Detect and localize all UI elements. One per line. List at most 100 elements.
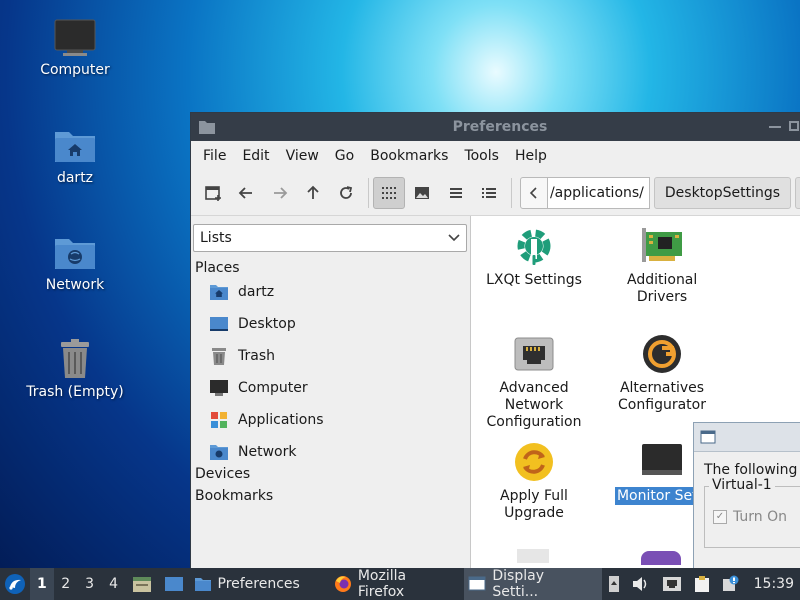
minimize-icon[interactable] — [769, 126, 781, 128]
window-title: Preferences — [452, 119, 548, 135]
display-settings-dialog[interactable]: The following Virtual-1 ✓ Turn On — [693, 422, 800, 582]
update-notifier-icon — [722, 575, 739, 591]
place-item-desktop[interactable]: Desktop — [191, 308, 469, 340]
folder-item-alternatives-configurator[interactable]: Alternatives Configurator — [599, 326, 725, 414]
maximize-icon[interactable] — [789, 121, 799, 131]
thumbnail-view-button[interactable] — [407, 177, 438, 209]
folder-item-lxqt-settings[interactable]: LXQt Settings — [471, 218, 597, 289]
bookmarks-header[interactable]: Bookmarks — [195, 488, 469, 504]
detailed-view-button[interactable] — [474, 177, 505, 209]
devices-header[interactable]: Devices — [195, 466, 469, 482]
desktop-icon-computer[interactable]: Computer — [20, 18, 130, 78]
menu-go[interactable]: Go — [327, 148, 362, 164]
folder-item-partial[interactable] — [517, 549, 549, 563]
start-menu-button[interactable] — [0, 568, 30, 600]
workspace-2[interactable]: 2 — [54, 568, 78, 600]
folder-item-additional-drivers[interactable]: Additional Drivers — [599, 218, 725, 306]
file-manager-icon — [132, 577, 151, 592]
place-label: Trash — [238, 348, 275, 364]
desktop-icon-label: Computer — [40, 62, 110, 78]
task-firefox[interactable]: Mozilla Firefox — [330, 568, 465, 600]
network-folder-icon — [55, 239, 95, 269]
desktop-icon — [210, 317, 228, 331]
up-button[interactable] — [297, 177, 328, 209]
path-segment-more[interactable] — [795, 177, 800, 209]
detailed-list-icon — [482, 188, 497, 198]
drivers-card-icon — [642, 228, 682, 262]
folder-item-label: Additional Drivers — [627, 272, 698, 305]
folder-item-label: Apply Full Upgrade — [500, 488, 568, 521]
place-item-applications[interactable]: Applications — [191, 404, 469, 436]
back-button[interactable] — [230, 177, 261, 209]
menu-edit[interactable]: Edit — [234, 148, 277, 164]
display-icon — [468, 576, 486, 591]
desktop-icon-trash[interactable]: Trash (Empty) — [20, 338, 130, 400]
taskbar: 1 2 3 4 Preferences Mozilla Firefox Disp… — [0, 568, 800, 600]
toolbar-separator — [510, 178, 512, 208]
new-tab-button[interactable] — [197, 177, 228, 209]
window-titlebar[interactable]: Preferences — [191, 113, 800, 141]
desktop-icon-dartz[interactable]: dartz — [20, 126, 130, 186]
quicklaunch-show-desktop[interactable] — [158, 575, 190, 593]
task-preferences[interactable]: Preferences — [190, 568, 308, 600]
tray-volume[interactable] — [626, 576, 656, 592]
icon-view-button[interactable] — [373, 177, 405, 209]
scroll-up-icon — [608, 576, 619, 592]
network-wired-icon — [662, 577, 681, 591]
place-item-computer[interactable]: Computer — [191, 372, 469, 404]
tray-network[interactable] — [656, 576, 688, 592]
forward-button[interactable] — [264, 177, 295, 209]
place-item-trash[interactable]: Trash — [191, 340, 469, 372]
compact-list-icon — [449, 188, 462, 198]
chevron-left-icon — [529, 187, 537, 199]
menu-file[interactable]: File — [195, 148, 234, 164]
groupbox-title: Virtual-1 — [709, 477, 775, 493]
desktop-icon-network[interactable]: Network — [20, 233, 130, 293]
task-label: Display Setti... — [492, 568, 544, 600]
path-scroll-left-button[interactable] — [519, 177, 548, 209]
tray-scroll-button[interactable] — [602, 575, 626, 593]
menu-help[interactable]: Help — [507, 148, 555, 164]
tray-clipboard[interactable] — [688, 575, 716, 593]
side-pane-mode-select[interactable]: Lists — [193, 224, 467, 252]
dialog-body: The following Virtual-1 ✓ Turn On — [694, 452, 800, 558]
task-display-settings[interactable]: Display Setti... — [464, 568, 602, 600]
dialog-message: The following — [704, 462, 798, 478]
place-item-home[interactable]: dartz — [191, 276, 469, 308]
desktop-icon-label: Network — [45, 277, 105, 293]
image-icon — [415, 187, 430, 199]
computer-icon — [210, 380, 228, 396]
arrow-left-icon — [238, 187, 253, 199]
path-segment-current[interactable]: /applications/ — [547, 177, 650, 209]
workspace-3[interactable]: 3 — [78, 568, 102, 600]
dialog-titlebar[interactable] — [694, 423, 800, 452]
tray-update-notifier[interactable] — [716, 575, 746, 593]
folder-item-advanced-network-configuration[interactable]: Advanced Network Configuration — [471, 326, 597, 431]
workspace-4[interactable]: 4 — [102, 568, 126, 600]
menu-bookmarks[interactable]: Bookmarks — [362, 148, 456, 164]
place-label: Computer — [238, 380, 308, 396]
quicklaunch-file-manager[interactable] — [126, 575, 158, 593]
turn-on-checkbox[interactable]: ✓ Turn On — [713, 509, 787, 525]
menu-tools[interactable]: Tools — [456, 148, 507, 164]
volume-icon — [632, 577, 646, 591]
trash-icon — [212, 348, 226, 365]
workspace-1[interactable]: 1 — [29, 568, 54, 600]
reload-button[interactable] — [331, 177, 362, 209]
places-header[interactable]: Places — [195, 260, 469, 276]
clock[interactable]: 15:39 — [746, 576, 800, 592]
network-port-icon — [514, 337, 554, 371]
compact-view-button[interactable] — [440, 177, 471, 209]
folder-item-label: Alternatives Configurator — [618, 380, 706, 413]
chevron-down-icon — [448, 234, 460, 242]
upgrade-icon — [515, 443, 553, 481]
path-segment-next[interactable]: DesktopSettings — [653, 177, 792, 209]
menu-view[interactable]: View — [278, 148, 327, 164]
arrow-up-icon — [307, 185, 319, 199]
desktop-icon-label: Trash (Empty) — [26, 384, 124, 400]
place-item-network[interactable]: Network — [191, 436, 469, 468]
folder-item-label: Advanced Network Configuration — [486, 380, 582, 430]
folder-item-apply-full-upgrade[interactable]: Apply Full Upgrade — [471, 434, 597, 522]
folder-item-partial[interactable] — [641, 551, 681, 565]
folder-item-label: LXQt Settings — [486, 272, 582, 288]
